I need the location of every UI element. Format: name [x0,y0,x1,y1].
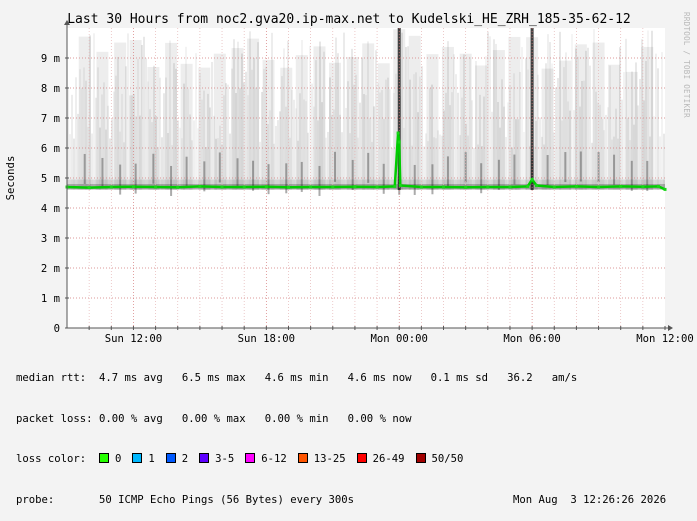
loss-color-item-3: 3-5 [199,453,234,467]
median-rtt-values: 4.7 ms avg 6.5 ms max 4.6 ms min 4.6 ms … [98,372,578,384]
x-tick-label-3: Mon 06:00 [503,333,560,345]
loss-color-swatch-6 [356,453,367,463]
probe-label: probe: [16,493,55,506]
y-tick-label-7: 7 m [41,113,60,125]
loss-color-swatch-3 [199,453,210,463]
x-tick-label-0: Sun 12:00 [105,333,162,345]
median-point-23 [508,185,512,189]
timestamp: Mon Aug 3 12:26:26 2026 [513,493,667,506]
median-point-20 [442,185,445,189]
y-tick-label-3: 3 m [41,233,60,245]
y-tick-label-1: 1 m [41,293,60,305]
median-point-1 [87,186,91,190]
median-point-12 [331,185,335,189]
loss-color-swatch-2 [165,453,176,463]
loss-color-item-0: 0 [98,453,122,467]
loss-color-label-5: 13-25 [313,453,346,465]
median-point-17 [397,140,401,144]
median-point-22 [486,185,490,189]
loss-color-label-6: 26-49 [372,453,405,465]
median-point-33 [663,187,667,191]
legend-block: median rtt: 4.7 ms avg 6.5 ms max 4.6 ms… [16,345,666,521]
loss-color-item-2: 2 [165,453,189,467]
loss-color-swatch-7 [415,453,426,463]
probe-value: 50 ICMP Echo Pings (56 Bytes) every 300s [98,493,355,506]
median-point-2 [109,185,113,189]
median-point-26 [535,184,538,187]
loss-color-swatch-0 [98,453,109,463]
median-point-30 [619,184,623,188]
median-point-24 [526,184,530,188]
median-rtt-label: median rtt: [16,372,87,384]
smoke-core-0 [83,153,86,184]
x-tick-label-1: Sun 18:00 [238,333,295,345]
median-point-15 [393,184,397,188]
loss-color-item-6: 26-49 [356,453,405,467]
y-tick-label-2: 2 m [41,263,60,275]
median-point-3 [131,185,135,189]
median-point-19 [419,185,423,189]
y-tick-label-0: 0 [54,323,60,335]
median-point-4 [154,185,158,189]
smoke-core-30 [579,151,582,182]
median-point-27 [552,185,556,189]
median-point-8 [242,185,246,189]
median-rtt-row: median rtt: 4.7 ms avg 6.5 ms max 4.6 ms… [16,372,577,386]
loss-color-swatch-4 [245,453,256,463]
median-point-21 [464,185,468,189]
packet-loss-row: packet loss: 0.00 % avg 0.00 % max 0.00 … [16,413,577,427]
median-point-16 [396,131,400,135]
smokeping-chart: Last 30 Hours from noc2.gva20.ip-max.net… [5,12,694,345]
packet-loss-values: 0.00 % avg 0.00 % max 0.00 % min 0.00 % … [98,412,412,425]
median-point-5 [176,185,180,189]
median-point-11 [309,185,313,189]
loss-color-label-1: 1 [148,453,155,465]
probe-row: probe: 50 ICMP Echo Pings (56 Bytes) eve… [16,493,666,508]
y-tick-label-5: 5 m [41,173,60,185]
loss-color-swatch-5 [297,453,308,463]
median-point-18 [398,184,402,187]
loss-color-label-7: 50/50 [431,453,464,465]
loss-color-swatches: 0 1 2 3-5 6-12 13-25 26-49 50/50 [98,453,475,467]
smoke-core-17 [367,152,370,183]
median-point-32 [656,184,660,188]
y-tick-label-6: 6 m [41,143,60,155]
smoke-core-29 [564,152,567,183]
median-point-14 [375,185,379,189]
median-point-28 [574,184,578,188]
median-point-13 [353,185,357,189]
x-tick-label-4: Mon 12:00 [636,333,693,345]
smoke-core-4 [152,153,155,184]
loss-color-item-1: 1 [132,453,155,467]
loss-color-label-0: 0 [114,453,122,465]
smoke-core-15 [333,151,336,182]
y-axis-label: Seconds [5,156,17,201]
loss-color-swatch-1 [132,453,143,463]
rrdtool-watermark: RRDTOOL / TOBI OETIKER [682,12,691,118]
loss-color-label: loss color: [16,453,87,465]
median-point-7 [220,185,224,189]
loss-color-row: loss color: 0 1 2 3-5 6-12 13-25 26-49 50/50 [16,453,577,467]
x-axis-arrow [668,325,673,331]
median-point-29 [597,185,601,189]
loss-color-item-4: 6-12 [245,453,287,467]
chart-title: Last 30 Hours from noc2.gva20.ip-max.net… [67,12,631,27]
x-tick-label-2: Mon 00:00 [371,333,428,345]
loss-color-label-4: 6-12 [261,453,287,465]
y-tick-label-8: 8 m [41,83,60,95]
median-point-9 [264,185,268,189]
y-tick-label-9: 9 m [41,53,60,65]
loss-color-label-2: 2 [181,453,189,465]
loss-color-label-3: 3-5 [215,453,235,465]
loss-color-item-7: 50/50 [415,453,464,467]
smoke-core-31 [597,152,600,183]
y-tick-label-4: 4 m [41,203,60,215]
median-point-25 [530,178,534,181]
loss-color-item-5: 13-25 [297,453,346,467]
median-point-31 [641,185,645,189]
median-point-10 [287,185,290,189]
packet-loss-label: packet loss: [16,412,93,425]
median-point-6 [198,184,202,188]
